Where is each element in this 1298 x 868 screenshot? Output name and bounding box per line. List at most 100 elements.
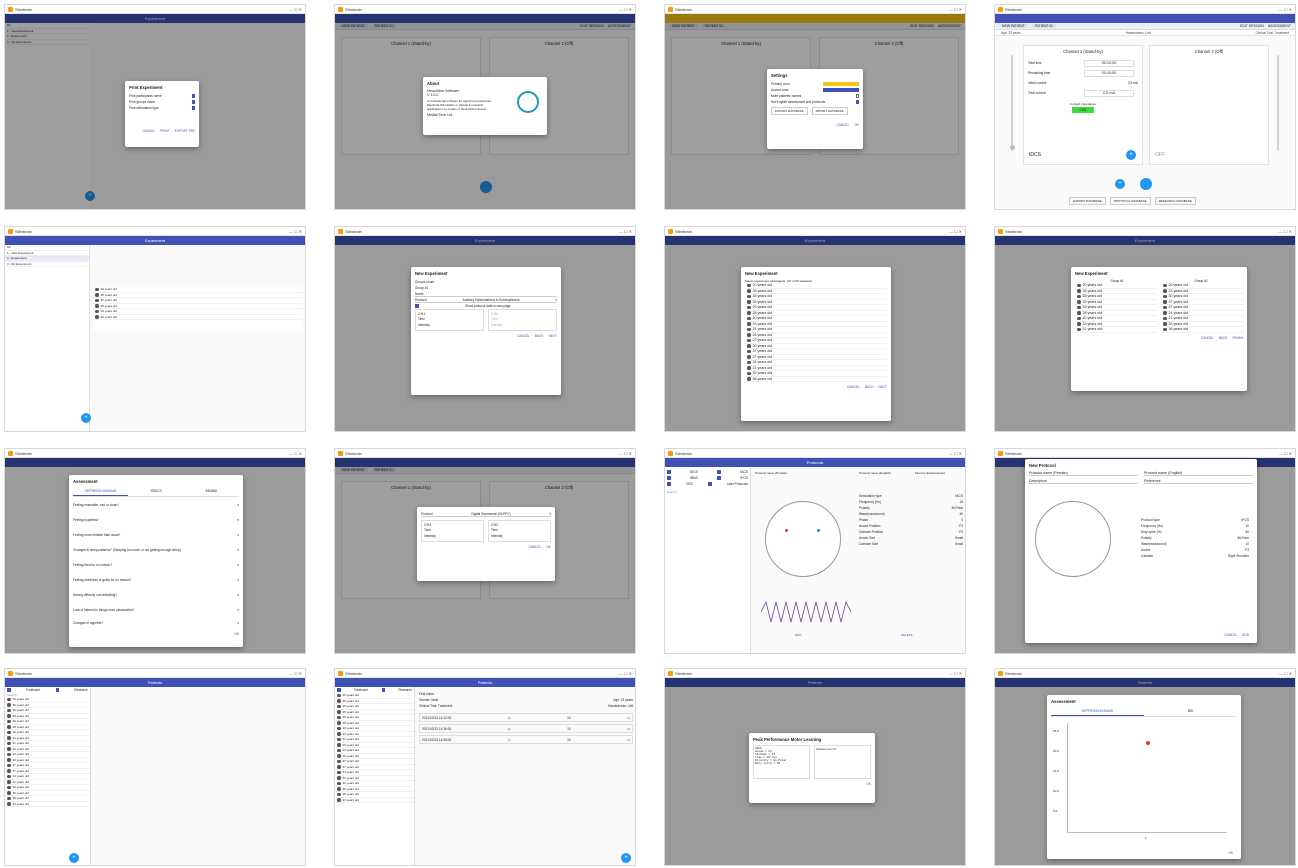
ch1-slider[interactable] xyxy=(1011,55,1013,151)
tab-bdi[interactable]: BDI/BAI xyxy=(184,487,239,496)
checkbox[interactable] xyxy=(7,688,11,692)
session-row[interactable]: 2021/02/23 14:12:00 ◷ 10 ◷ xyxy=(419,713,633,722)
back-button[interactable]: BACK xyxy=(535,334,544,338)
checkbox[interactable] xyxy=(337,688,341,692)
window-controls[interactable]: — ☐ ✕ xyxy=(1279,229,1292,234)
question-row[interactable]: Feeling worthless or guilty for no reaso… xyxy=(73,572,239,587)
window-controls[interactable]: — ☐ ✕ xyxy=(289,671,302,676)
cancel-button[interactable]: CANCEL xyxy=(847,385,860,389)
option-row[interactable]: Print stimulation type xyxy=(129,105,195,111)
reference-input[interactable]: Reference xyxy=(1144,479,1253,484)
primary-color-swatch[interactable] xyxy=(823,82,859,86)
import-database-button[interactable]: IMPORT DATABASE xyxy=(811,107,848,115)
session-row[interactable]: 2021/02/23 14:38:00 ◷ 10 ◷ xyxy=(419,735,633,744)
search-input[interactable]: Search xyxy=(667,490,748,494)
question-row[interactable]: Having difficulty concentrating? ▾ xyxy=(73,587,239,602)
list-item[interactable]: 36 years old xyxy=(745,377,887,382)
cancel-button[interactable]: CANCEL xyxy=(528,545,541,549)
ok-button[interactable]: OK xyxy=(866,782,871,786)
accent-color-swatch[interactable] xyxy=(823,88,859,92)
add-button[interactable]: + xyxy=(1115,179,1125,189)
protocol-database-button[interactable]: PROTOCOL DATABASE xyxy=(1109,197,1151,205)
add-fab-button[interactable]: + xyxy=(81,413,91,423)
window-controls[interactable]: — ☐ ✕ xyxy=(619,7,632,12)
research-database-button[interactable]: RESEARCH DATABASE xyxy=(1154,197,1196,205)
name-en-input[interactable]: Protocol name (English) xyxy=(1144,471,1253,476)
export-database-button[interactable]: EXPORT DATABASE xyxy=(771,107,808,115)
report-fab-button[interactable]: + xyxy=(621,853,631,863)
checkbox[interactable] xyxy=(191,100,195,104)
patient-id-button[interactable]: PATIENT ID xyxy=(1031,24,1056,28)
delete-button[interactable]: DELETE xyxy=(901,633,913,637)
checkbox[interactable] xyxy=(667,470,671,474)
window-controls[interactable]: — ☐ ✕ xyxy=(1279,671,1292,676)
cancel-button[interactable]: CANCEL xyxy=(1201,336,1214,340)
window-controls[interactable]: — ☐ ✕ xyxy=(619,229,632,234)
list-item[interactable]: 34 years old xyxy=(335,798,414,803)
finish-button[interactable]: FINISH xyxy=(1233,336,1243,340)
list-item[interactable]: 28 years old xyxy=(93,315,303,320)
window-controls[interactable]: — ☐ ✕ xyxy=(949,7,962,12)
edit-session-button[interactable]: EDIT SESSION xyxy=(1240,24,1264,28)
question-row[interactable]: Feeling hopeless? ▾ xyxy=(73,512,239,527)
export-database-button[interactable]: EXPORT DATABASE xyxy=(1069,197,1106,205)
cancel-button[interactable]: CANCEL xyxy=(517,334,530,338)
window-controls[interactable]: — ☐ ✕ xyxy=(289,7,302,12)
checkbox[interactable] xyxy=(855,94,859,98)
tab-bdi[interactable]: BDI xyxy=(1144,707,1237,716)
checkbox[interactable] xyxy=(855,100,859,104)
checkbox[interactable] xyxy=(191,106,195,110)
add-button[interactable]: ADD xyxy=(1242,633,1249,637)
window-controls[interactable]: — ☐ ✕ xyxy=(289,229,302,234)
protocol-select[interactable]: Protocol Digital Depression (DLPFC) ▾ xyxy=(421,511,551,517)
ok-button[interactable]: OK xyxy=(234,632,239,636)
window-controls[interactable]: — ☐ ✕ xyxy=(1279,451,1292,456)
checkbox[interactable] xyxy=(55,688,60,692)
tab-hamd[interactable]: DEPRESSION/HAMD xyxy=(73,487,129,496)
checkbox[interactable] xyxy=(191,94,195,98)
edit-button[interactable]: EDIT xyxy=(795,633,802,637)
ch1-add-button[interactable]: + xyxy=(1126,150,1136,160)
tab-hamd[interactable]: DEPRESSION/HAMD xyxy=(1051,707,1144,716)
add-patient-button[interactable]: + xyxy=(69,853,79,863)
cancel-button[interactable]: CANCEL xyxy=(1224,633,1237,637)
checkbox[interactable] xyxy=(717,470,721,474)
checkbox[interactable] xyxy=(381,688,386,692)
session-row[interactable]: 2021/02/23 14:36:00 ◷ 10 ◷ xyxy=(419,724,633,733)
question-row[interactable]: Feeling tired for no reason? ▾ xyxy=(73,557,239,572)
window-controls[interactable]: — ☐ ✕ xyxy=(1279,7,1292,12)
window-controls[interactable]: — ☐ ✕ xyxy=(949,671,962,676)
cancel-button[interactable]: CANCEL xyxy=(836,123,849,127)
question-row[interactable]: Feeling miserable, sad or down? ▾ xyxy=(73,497,239,512)
ch1-slider-knob[interactable] xyxy=(1009,145,1015,150)
cancel-button[interactable]: CANCEL xyxy=(142,129,155,133)
window-controls[interactable]: — ☐ ✕ xyxy=(289,451,302,456)
next-button[interactable]: NEXT xyxy=(548,334,557,338)
next-button[interactable]: NEXT xyxy=(878,385,887,389)
new-patient-button[interactable]: NEW PATIENT xyxy=(999,24,1028,28)
window-controls[interactable]: — ☐ ✕ xyxy=(619,451,632,456)
ok-button[interactable]: OK xyxy=(1228,851,1233,855)
back-button[interactable]: BACK xyxy=(1219,336,1228,340)
list-item[interactable]: 31 years old xyxy=(1075,327,1157,333)
play-button[interactable] xyxy=(1140,178,1152,190)
question-row[interactable]: Changes in appetite? ▾ xyxy=(73,617,239,629)
assessment-button[interactable]: ASSESSMENT xyxy=(1268,24,1291,28)
window-controls[interactable]: — ☐ ✕ xyxy=(949,451,962,456)
tab-ybocs[interactable]: YBOCS xyxy=(128,487,183,496)
window-controls[interactable]: — ☐ ✕ xyxy=(949,229,962,234)
question-row[interactable]: Loss of interest in things once pleasura… xyxy=(73,602,239,617)
question-row[interactable]: Feeling more irritable than usual? ▾ xyxy=(73,527,239,542)
ch2-slider[interactable] xyxy=(1277,55,1279,151)
ok-button[interactable]: OK xyxy=(546,545,551,549)
list-item[interactable]: 34 years old xyxy=(5,802,90,807)
question-row[interactable]: Changes in sleep patterns? (Sleeping too… xyxy=(73,542,239,557)
export-pdf-button[interactable]: EXPORT PDF xyxy=(175,129,195,133)
back-button[interactable]: BACK xyxy=(865,385,874,389)
print-button[interactable]: PRINT xyxy=(160,129,170,133)
checkbox[interactable] xyxy=(667,476,671,480)
name-fa-input[interactable]: Protocol name (Persian) xyxy=(1029,471,1138,476)
checkbox[interactable] xyxy=(717,476,721,480)
ok-button[interactable]: OK xyxy=(854,123,859,127)
checkbox[interactable] xyxy=(667,482,671,486)
